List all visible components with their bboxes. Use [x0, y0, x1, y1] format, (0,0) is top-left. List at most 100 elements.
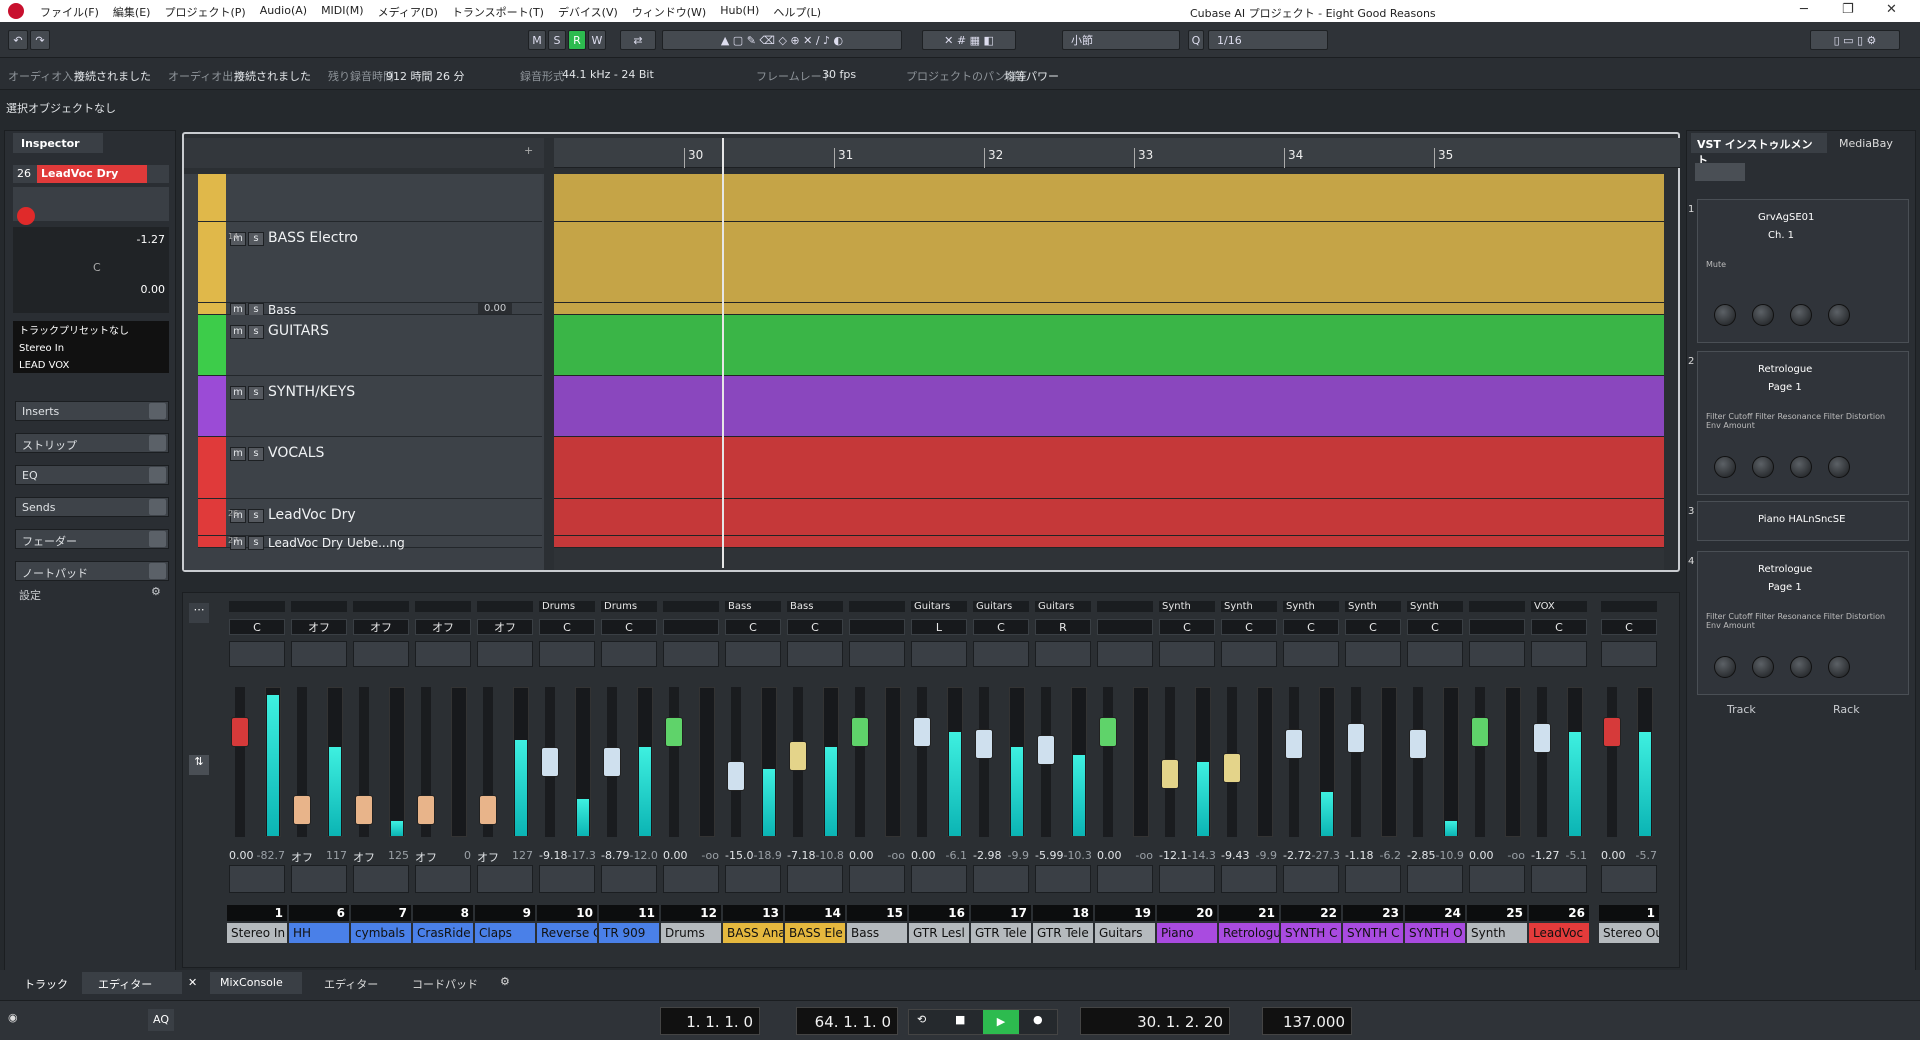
volume-value[interactable]: オフ: [353, 849, 375, 865]
inspector-track-name[interactable]: LeadVoc Dry: [37, 165, 147, 183]
auto-quantize-button[interactable]: AQ: [148, 1009, 174, 1031]
record-icon[interactable]: ●: [1033, 1013, 1043, 1026]
inspector-section[interactable]: ストリップ: [15, 433, 169, 453]
channel-name[interactable]: Piano: [1157, 923, 1217, 943]
pan-control[interactable]: C: [229, 619, 285, 635]
mute-solo-buttons[interactable]: [477, 641, 533, 667]
fader-handle[interactable]: [1161, 759, 1179, 789]
track-lane[interactable]: [554, 221, 1664, 303]
volume-value[interactable]: 0.00: [849, 849, 874, 862]
channel-name[interactable]: HH: [289, 923, 349, 943]
inspector-section[interactable]: Sends: [15, 497, 169, 517]
peak-value[interactable]: -12.0: [629, 849, 657, 862]
read-write-buttons[interactable]: [1097, 865, 1153, 893]
volume-fader-track[interactable]: [1351, 687, 1361, 837]
instrument-name[interactable]: Retrologue: [1758, 364, 1812, 375]
solo-mode-button[interactable]: S: [548, 30, 566, 50]
volume-value[interactable]: 0.00: [229, 849, 254, 862]
mixer-channel[interactable]: Synth C -2.72 -27.3 22 SYNTH C: [1281, 593, 1341, 969]
mixer-channel[interactable]: C 0.00 -5.7 1 Stereo Ou: [1599, 593, 1659, 969]
input-routing[interactable]: Stereo In: [19, 340, 163, 357]
minimize-icon[interactable]: ─: [1800, 2, 1808, 17]
fader-handle[interactable]: [1223, 753, 1241, 783]
mute-solo-buttons[interactable]: [1221, 641, 1277, 667]
mute-button[interactable]: m: [230, 447, 246, 462]
mixer-channel[interactable]: 0.00 -oo 12 Drums: [661, 593, 721, 969]
channel-name[interactable]: Bass: [847, 923, 907, 943]
menu-item[interactable]: MIDI(M): [321, 4, 364, 20]
fader-handle[interactable]: [355, 795, 373, 825]
pan-control[interactable]: C: [1283, 619, 1339, 635]
channel-name[interactable]: GTR Tele: [1033, 923, 1093, 943]
mixer-channel[interactable]: Synth C -2.85 -10.9 24 SYNTH O: [1405, 593, 1465, 969]
volume-value[interactable]: -8.79: [601, 849, 629, 862]
menu-item[interactable]: Hub(H): [720, 4, 759, 20]
quick-control-knob[interactable]: [1714, 656, 1736, 678]
channel-name[interactable]: Retrologu: [1219, 923, 1279, 943]
quick-control-knob[interactable]: [1828, 656, 1850, 678]
fader-handle[interactable]: [789, 741, 807, 771]
mute-solo-buttons[interactable]: [1283, 641, 1339, 667]
read-write-buttons[interactable]: [415, 865, 471, 893]
pan-control[interactable]: [663, 619, 719, 635]
fader-handle[interactable]: [479, 795, 497, 825]
volume-value[interactable]: 0.00: [1097, 849, 1122, 862]
channel-name[interactable]: Stereo In: [227, 923, 287, 943]
pan-control[interactable]: C: [601, 619, 657, 635]
mute-button[interactable]: m: [230, 385, 246, 400]
peak-value[interactable]: 125: [388, 849, 409, 865]
inspector-section[interactable]: ノートパッド: [15, 561, 169, 581]
tab-tracks[interactable]: トラック: [24, 976, 68, 992]
read-write-buttons[interactable]: [539, 865, 595, 893]
fader-handle[interactable]: [1409, 729, 1427, 759]
quick-control-knob[interactable]: [1828, 304, 1850, 326]
write-mode-button[interactable]: W: [588, 30, 606, 50]
instrument-name[interactable]: GrvAgSE01: [1758, 212, 1814, 223]
channel-name[interactable]: Drums: [661, 923, 721, 943]
quick-control-knob[interactable]: [1790, 656, 1812, 678]
fader-handle[interactable]: [851, 717, 869, 747]
read-write-buttons[interactable]: [725, 865, 781, 893]
add-instrument-icon[interactable]: [1695, 163, 1745, 181]
mixer-channel[interactable]: Guitars L 0.00 -6.1 16 GTR Lesl: [909, 593, 969, 969]
fader-handle[interactable]: [1099, 717, 1117, 747]
mixer-channel[interactable]: Synth C -9.43 -9.9 21 Retrologu: [1219, 593, 1279, 969]
undo-icon[interactable]: ↶: [8, 30, 28, 50]
peak-value[interactable]: -6.1: [946, 849, 967, 862]
read-write-buttons[interactable]: [1283, 865, 1339, 893]
peak-value[interactable]: 0: [464, 849, 471, 865]
peak-value[interactable]: -17.3: [567, 849, 595, 862]
mute-mode-button[interactable]: M: [528, 30, 546, 50]
pan-control[interactable]: [1097, 619, 1153, 635]
menu-item[interactable]: ウィンドウ(W): [632, 4, 706, 20]
volume-fader-track[interactable]: [1413, 687, 1423, 837]
fader-handle[interactable]: [417, 795, 435, 825]
maximize-icon[interactable]: ❐: [1842, 2, 1854, 17]
channel-name[interactable]: SYNTH O: [1405, 923, 1465, 943]
peak-value[interactable]: -10.3: [1063, 849, 1091, 862]
instrument-name[interactable]: Piano HALnSncSE: [1758, 514, 1845, 525]
track-row[interactable]: LeadVoc Dry Uebe...ng m s 27: [198, 536, 542, 551]
quick-control-knob[interactable]: [1752, 456, 1774, 478]
menu-item[interactable]: トランスポート(T): [452, 4, 544, 20]
peak-value[interactable]: -5.1: [1566, 849, 1587, 862]
volume-fader-track[interactable]: [855, 687, 865, 837]
inspector-section[interactable]: EQ: [15, 465, 169, 485]
fader-handle[interactable]: [293, 795, 311, 825]
mixer-channel[interactable]: Bass C -7.18 -10.8 14 BASS Ele: [785, 593, 845, 969]
fader-handle[interactable]: [1533, 723, 1551, 753]
read-write-buttons[interactable]: [477, 865, 533, 893]
volume-fader-track[interactable]: [1537, 687, 1547, 837]
mute-solo-buttons[interactable]: [1407, 641, 1463, 667]
solo-button[interactable]: s: [248, 231, 264, 246]
volume-value[interactable]: -9.43: [1221, 849, 1249, 862]
volume-fader-track[interactable]: [1475, 687, 1485, 837]
transport-buttons[interactable]: ⟲ ■ ▶ ●: [908, 1009, 1058, 1035]
close-left-zone-icon[interactable]: ✕: [188, 976, 197, 989]
track-lane[interactable]: [554, 375, 1664, 438]
channel-name[interactable]: CrasRide: [413, 923, 473, 943]
mixer-channel[interactable]: オフ オフ 117 6 HH: [289, 593, 349, 969]
volume-value[interactable]: 0.00: [663, 849, 688, 862]
volume-value[interactable]: -2.85: [1407, 849, 1435, 862]
mute-solo-buttons[interactable]: [1345, 641, 1401, 667]
